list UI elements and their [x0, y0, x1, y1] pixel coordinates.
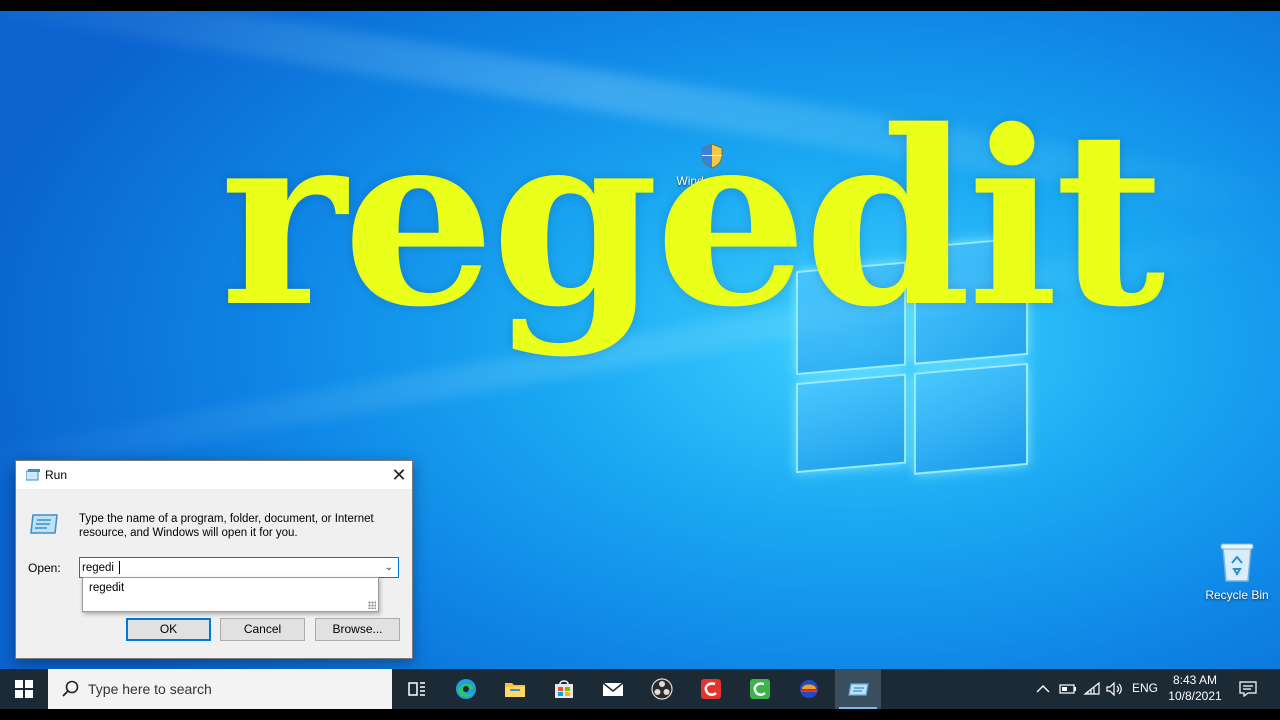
show-hidden-icons[interactable]	[1034, 669, 1052, 709]
taskbar-camtasia-recorder[interactable]	[688, 669, 734, 709]
store-icon	[555, 680, 573, 698]
taskbar-mail[interactable]	[590, 669, 636, 709]
close-button[interactable]: ✕	[386, 463, 412, 487]
taskbar-file-explorer[interactable]	[492, 669, 538, 709]
open-label: Open:	[28, 561, 61, 575]
obs-icon	[651, 678, 673, 700]
start-button[interactable]	[0, 669, 48, 709]
taskbar-app[interactable]	[786, 669, 832, 709]
run-titlebar[interactable]: Run ✕	[16, 461, 412, 489]
overlay-title: regedit	[220, 78, 1165, 360]
run-description: Type the name of a program, folder, docu…	[79, 513, 374, 539]
run-program-icon	[30, 514, 58, 534]
clock-time: 8:43 AM	[1172, 673, 1218, 687]
run-dialog: Run ✕ Type the name of a program, folder…	[15, 460, 413, 659]
folder-icon	[505, 683, 525, 697]
letterbox-top	[0, 0, 1280, 11]
camtasia-red-icon	[701, 679, 721, 699]
mail-icon	[602, 682, 624, 696]
chevron-up-icon	[1036, 685, 1050, 693]
app-icon	[800, 680, 818, 698]
browse-button[interactable]: Browse...	[315, 618, 400, 641]
resize-grip-icon[interactable]	[368, 601, 376, 609]
action-center-button[interactable]	[1236, 669, 1260, 709]
taskbar-clock[interactable]: 8:43 AM 10/8/2021	[1160, 672, 1230, 704]
run-icon	[26, 469, 40, 481]
run-icon	[848, 683, 869, 696]
letterbox-bottom	[0, 709, 1280, 720]
clock-date: 10/8/2021	[1168, 689, 1222, 703]
desktop-icon-label: Recycle Bin	[1205, 588, 1269, 602]
open-combobox[interactable]: ⌄	[79, 557, 399, 578]
text-caret	[119, 561, 120, 574]
cancel-button[interactable]: Cancel	[220, 618, 305, 641]
autocomplete-item[interactable]: regedit	[89, 582, 124, 594]
chevron-down-icon[interactable]: ⌄	[380, 558, 398, 577]
autocomplete-list: regedit	[82, 577, 379, 612]
search-placeholder: Type here to search	[88, 681, 212, 697]
edge-icon	[456, 679, 476, 699]
taskbar-edge[interactable]	[443, 669, 489, 709]
windows-start-icon	[15, 680, 33, 698]
speaker-icon	[1106, 682, 1122, 696]
notification-icon	[1239, 681, 1257, 697]
taskbar-run[interactable]	[835, 669, 881, 709]
screen: Windows11... Recycle Bin regedit Run ✕ T…	[0, 0, 1280, 720]
task-view-button[interactable]	[394, 669, 440, 709]
ok-button[interactable]: OK	[126, 618, 211, 641]
camtasia-green-icon	[750, 679, 770, 699]
volume-tray[interactable]	[1105, 669, 1125, 709]
wifi-icon	[1083, 682, 1100, 695]
taskbar-microsoft-store[interactable]	[541, 669, 587, 709]
desktop-icon-recycle-bin[interactable]: Recycle Bin	[1200, 541, 1274, 602]
battery-tray[interactable]	[1058, 669, 1078, 709]
network-tray[interactable]	[1082, 669, 1102, 709]
recycle-bin-icon	[1220, 543, 1254, 582]
taskbar-camtasia-editor[interactable]	[737, 669, 783, 709]
open-input[interactable]	[82, 559, 372, 576]
run-title: Run	[45, 468, 68, 482]
taskbar-obs[interactable]	[639, 669, 685, 709]
taskbar: Type here to search ENG 8:43 AM 10/8/202…	[0, 669, 1280, 709]
taskbar-search-box[interactable]: Type here to search	[48, 669, 392, 709]
task-view-icon	[408, 682, 425, 696]
search-icon	[62, 680, 79, 697]
battery-icon	[1059, 684, 1076, 694]
